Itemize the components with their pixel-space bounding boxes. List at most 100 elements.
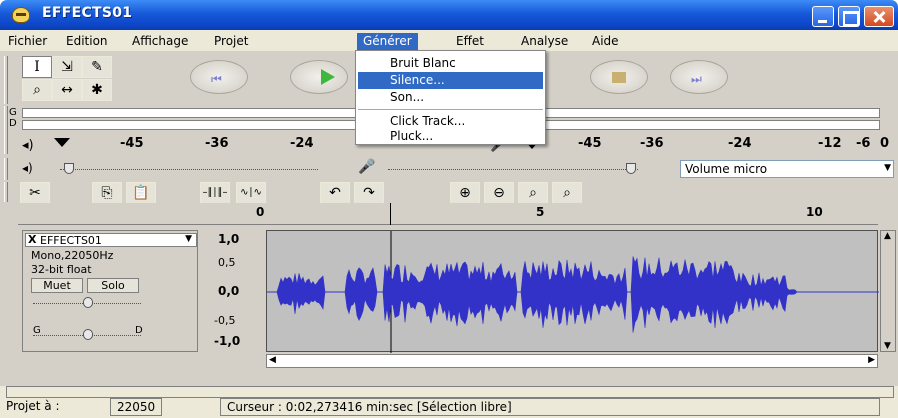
mixer-grip[interactable] [4,158,8,180]
menu-bar: Fichier Edition Affichage Projet Générer… [0,30,898,52]
menu-projet[interactable]: Projet [208,33,254,50]
multi-tool-icon[interactable]: ✱ [82,79,112,101]
menu-affichage[interactable]: Affichage [126,33,194,50]
waveform-shape [267,256,879,333]
amplitude-tick: 1,0 [218,232,240,246]
mute-button[interactable]: Muet [31,278,83,293]
meter-scale: -6 [856,136,871,151]
menu-item-pluck[interactable]: Pluck... [358,128,543,145]
draw-tool-icon[interactable]: ✎ [82,56,112,78]
trim-icon[interactable]: –∥∣∥– [200,182,230,204]
menu-effet[interactable]: Effet [450,33,490,50]
zoom-tool-icon[interactable]: ⌕ [22,79,52,101]
title-bar [0,0,898,30]
silence-icon[interactable]: ∿∣∿ [236,182,266,204]
meter-scale: -45 [578,136,602,151]
menu-item-silence[interactable]: Silence... [358,72,543,89]
menu-generer[interactable]: Générer [357,33,418,50]
ruler-tick-label: 10 [806,205,823,219]
select-tool-icon[interactable]: I [22,56,52,78]
skip-start-icon: ⏮ [211,72,222,86]
skip-end-button[interactable]: ⏭ [670,60,728,94]
edit-grip[interactable] [4,182,8,202]
play-icon [321,69,335,85]
amplitude-tick: -1,0 [214,334,241,348]
zoom-out-icon[interactable]: ⊖ [484,182,514,204]
track-bitdepth: 32-bit float [31,263,92,276]
cursor-position: Curseur : 0:02,273416 min:sec [Sélection… [220,398,880,416]
chevron-down-icon[interactable]: ▼ [185,234,192,244]
amplitude-tick: -0,5 [214,314,236,327]
meter-dropdown-icon[interactable] [54,138,70,147]
ruler-tick-label: 5 [536,205,545,219]
scroll-right-icon[interactable]: ▶ [868,355,875,365]
track-control-panel: X EFFECTS01 ▼ Mono,22050Hz 32-bit float … [22,230,198,352]
paste-icon[interactable]: 📋 [126,182,156,204]
copy-icon[interactable]: ⎘ [92,182,122,204]
generate-menu: Bruit Blanc Silence... Son... Click Trac… [355,50,546,145]
meter-channel-left: G [9,107,17,118]
project-rate-label: Projet à : [6,399,60,413]
menu-aide[interactable]: Aide [586,33,625,50]
menu-item-bruit-blanc[interactable]: Bruit Blanc [358,55,543,72]
chevron-down-icon[interactable]: ▼ [884,163,891,173]
pan-thumb[interactable] [83,329,93,340]
project-rate-field[interactable]: 22050 [110,398,163,416]
meter-scale: -36 [640,136,664,151]
meter-scale: 0 [880,136,890,151]
track-format: Mono,22050Hz [31,249,114,262]
stop-button[interactable] [590,60,648,94]
menu-edition[interactable]: Edition [60,33,114,50]
gain-thumb[interactable] [83,297,93,308]
track-close-icon[interactable]: X [28,233,36,246]
stop-icon [612,72,626,83]
speaker-icon: ◂) [22,138,34,153]
menu-item-son[interactable]: Son... [358,89,543,106]
maximize-button[interactable] [838,6,860,27]
scroll-down-icon[interactable]: ▼ [884,341,891,351]
vertical-scrollbar[interactable]: ▲ ▼ [880,230,896,352]
skip-end-icon: ⏭ [691,72,702,86]
redo-icon[interactable]: ↷ [354,182,384,204]
close-button[interactable] [864,6,894,27]
input-source-select[interactable]: Volume micro ▼ [680,160,894,178]
solo-button[interactable]: Solo [87,278,139,293]
output-volume-thumb[interactable] [64,163,74,174]
timeline-ruler[interactable]: 0 5 10 [18,203,878,225]
ruler-cursor-line [390,203,391,225]
scroll-up-icon[interactable]: ▲ [884,231,891,241]
meter-scale: -24 [728,136,752,151]
cut-icon[interactable]: ✂ [20,182,50,204]
output-volume-icon: ◂) [22,161,33,175]
meter-scale: -24 [290,136,314,151]
meter-scale: -12 [818,136,842,151]
fit-selection-icon[interactable]: ⌕ [518,182,548,204]
input-volume-icon: 🎤 [358,159,376,175]
envelope-tool-icon[interactable]: ⇲ [52,56,82,78]
timeshift-tool-icon[interactable]: ↔ [52,79,82,101]
input-volume-thumb[interactable] [626,163,636,174]
minimize-button[interactable] [812,6,834,27]
meter-scale: -45 [120,136,144,151]
input-volume-slider[interactable] [388,169,638,170]
toolbar-grip[interactable] [4,56,8,104]
play-button[interactable] [290,60,348,94]
meter-channel-right: D [9,118,17,129]
horizontal-scrollbar[interactable]: ◀ ▶ [266,354,878,368]
input-source-value: Volume micro [685,162,768,176]
menu-fichier[interactable]: Fichier [2,33,53,50]
waveform-svg [267,231,879,353]
menu-analyse[interactable]: Analyse [515,33,574,50]
fit-project-icon[interactable]: ⌕ [552,182,582,204]
meter-grip[interactable] [4,106,8,154]
undo-icon[interactable]: ↶ [320,182,350,204]
meter-scale: -36 [205,136,229,151]
status-bar: Projet à : 22050 Curseur : 0:02,273416 m… [0,386,898,418]
output-volume-slider[interactable] [60,169,318,170]
skip-start-button[interactable]: ⏮ [190,60,248,94]
track-name-menu[interactable]: X EFFECTS01 ▼ [25,233,197,247]
window-title: EFFECTS01 [42,5,133,21]
waveform-display[interactable] [266,230,879,353]
scroll-left-icon[interactable]: ◀ [269,355,276,365]
zoom-in-icon[interactable]: ⊕ [450,182,480,204]
